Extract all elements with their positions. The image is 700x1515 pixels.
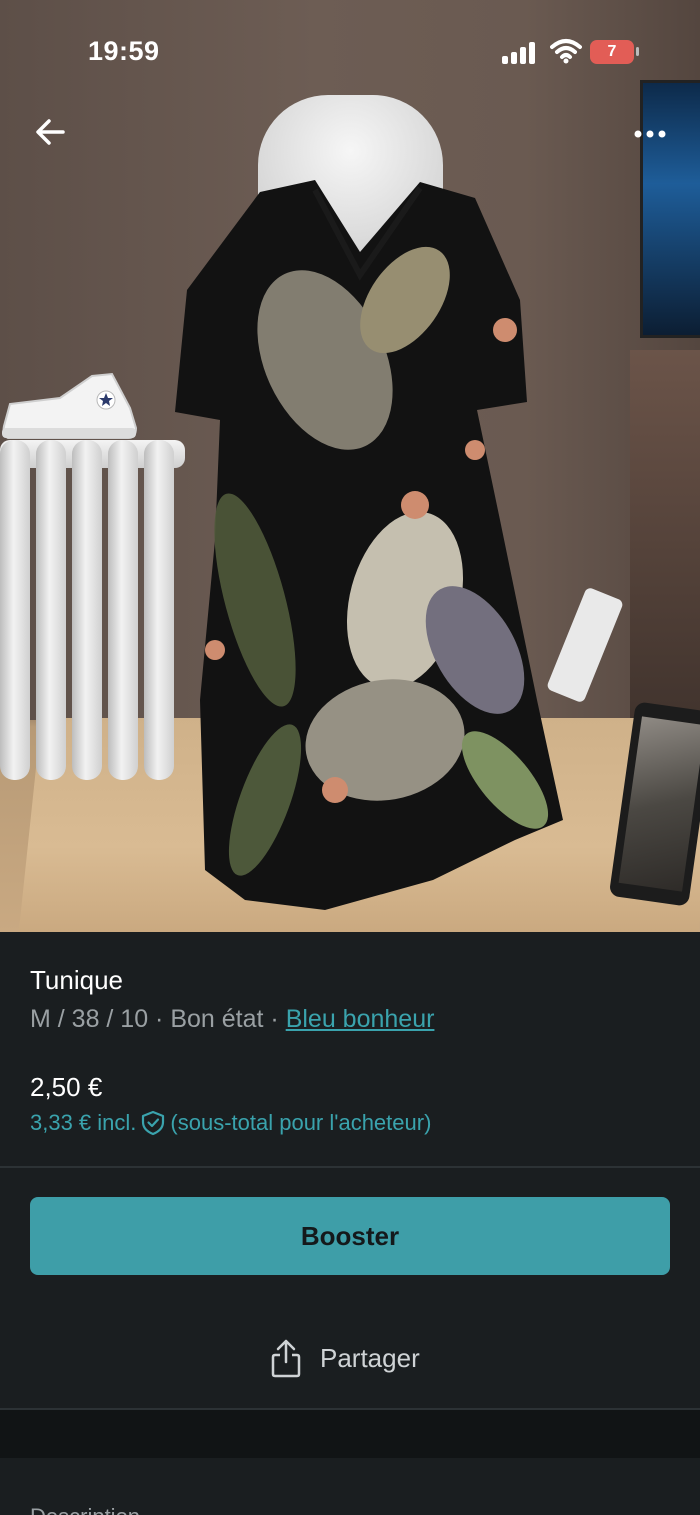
brand-link[interactable]: Bleu bonheur	[286, 1005, 435, 1033]
battery-icon: 7	[590, 40, 634, 64]
shield-check-icon	[142, 1110, 165, 1136]
cellular-signal-icon	[502, 40, 538, 64]
description-section: Description	[0, 1458, 700, 1515]
booster-button[interactable]: Booster	[30, 1197, 670, 1275]
battery-tip	[636, 47, 639, 56]
share-label: Partager	[320, 1342, 420, 1373]
section-separator	[0, 1410, 700, 1458]
listing-title: Tunique	[30, 965, 123, 995]
product-photo[interactable]	[0, 0, 700, 932]
photo-floral-dress	[175, 180, 563, 910]
listing-info: Tunique M / 38 / 10 · Bon état · Bleu bo…	[0, 932, 700, 1168]
divider	[0, 1166, 700, 1168]
photo-fireplace	[630, 350, 700, 740]
listing-price: 2,50 €	[30, 1072, 103, 1102]
size-condition-text: M / 38 / 10 · Bon état ·	[30, 1005, 286, 1033]
photo-radiator	[0, 440, 185, 785]
back-button[interactable]	[28, 110, 72, 154]
description-label: Description	[30, 1504, 140, 1515]
share-icon	[271, 1339, 301, 1378]
status-time: 19:59	[88, 36, 160, 66]
price-incl-text: 3,33 € incl.	[30, 1110, 137, 1135]
status-bar: 19:59 7	[0, 0, 700, 104]
buyer-protection-price[interactable]: 3,33 € incl. (sous-total pour l'acheteur…	[30, 1110, 431, 1136]
wifi-icon	[550, 39, 582, 64]
listing-details: M / 38 / 10 · Bon état · Bleu bonheur	[30, 1005, 434, 1034]
arrow-left-icon	[36, 119, 65, 145]
protection-note: (sous-total pour l'acheteur)	[170, 1110, 432, 1135]
photo-sneaker	[2, 372, 138, 439]
share-button[interactable]: Partager	[270, 1336, 420, 1380]
more-horizontal-icon	[634, 130, 666, 138]
more-options-button[interactable]	[620, 112, 680, 156]
